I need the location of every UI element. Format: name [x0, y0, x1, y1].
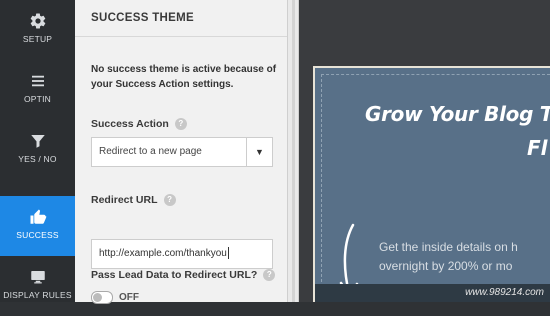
help-icon[interactable]: ? [263, 269, 276, 282]
sidebar-item-label: SETUP [22, 34, 53, 44]
sidebar-item-display-rules[interactable]: DISPLAY RULES [0, 256, 75, 316]
chevron-down-icon[interactable]: ▼ [246, 138, 272, 166]
settings-panel: SUCCESS THEME No success theme is active… [75, 0, 288, 305]
success-action-label-text: Success Action [91, 118, 169, 130]
preview-subtext-line1: Get the inside details on h [379, 240, 518, 254]
notice-text: No success theme is active because of yo… [91, 64, 277, 90]
filter-icon [30, 135, 45, 148]
pass-lead-label: Pass Lead Data to Redirect URL?? [91, 269, 276, 282]
preview-headline-line2: Fl [527, 136, 548, 160]
redirect-url-label: Redirect URL? [91, 194, 176, 207]
sidebar-item-success[interactable]: SUCCESS [0, 196, 75, 256]
sidebar-item-optin[interactable]: OPTIN [0, 60, 75, 120]
watermark: www.989214.com [465, 287, 544, 298]
success-action-selected-value: Redirect to a new page [99, 146, 202, 157]
panel-title: SUCCESS THEME [75, 0, 287, 37]
preview-headline: Grow Your Blog T [365, 102, 550, 126]
gear-icon [30, 13, 45, 29]
sidebar: SETUP OPTIN YES / NO SUCCESS DISPLAY RUL… [0, 0, 75, 302]
sidebar-item-setup[interactable]: SETUP [0, 0, 75, 60]
pass-lead-label-text: Pass Lead Data to Redirect URL? [91, 269, 258, 281]
monitor-icon [30, 271, 45, 284]
help-icon[interactable]: ? [163, 194, 176, 207]
redirect-url-label-text: Redirect URL [91, 194, 158, 206]
preview-subtext: Get the inside details on h overnight by… [379, 238, 550, 276]
resize-bar [292, 0, 295, 302]
sidebar-item-label: YES / NO [18, 154, 57, 164]
pass-lead-toggle-row: OFF [91, 289, 139, 307]
preview-canvas: Grow Your Blog T Fl Get the inside detai… [299, 0, 550, 302]
toggle-knob [93, 293, 102, 303]
text-caret [227, 247, 229, 260]
optin-preview[interactable]: Grow Your Blog T Fl Get the inside detai… [313, 66, 550, 302]
thumbs-up-icon [30, 209, 46, 224]
redirect-url-input[interactable]: http://example.com/thankyou [91, 239, 273, 269]
sidebar-item-label: SUCCESS [16, 230, 59, 240]
sidebar-item-label: OPTIN [24, 94, 51, 104]
sidebar-item-yes-no[interactable]: YES / NO [0, 120, 75, 180]
panel-resize-handle[interactable] [288, 0, 299, 302]
redirect-url-value: http://example.com/thankyou [99, 248, 227, 259]
pass-lead-toggle[interactable] [91, 291, 113, 305]
help-icon[interactable]: ? [174, 118, 187, 131]
success-action-label: Success Action? [91, 118, 187, 131]
menu-icon [31, 75, 44, 87]
preview-subtext-line2: overnight by 200% or mo [379, 259, 513, 273]
sidebar-item-label: DISPLAY RULES [3, 290, 72, 300]
success-action-select[interactable]: Redirect to a new page ▼ [91, 137, 273, 167]
